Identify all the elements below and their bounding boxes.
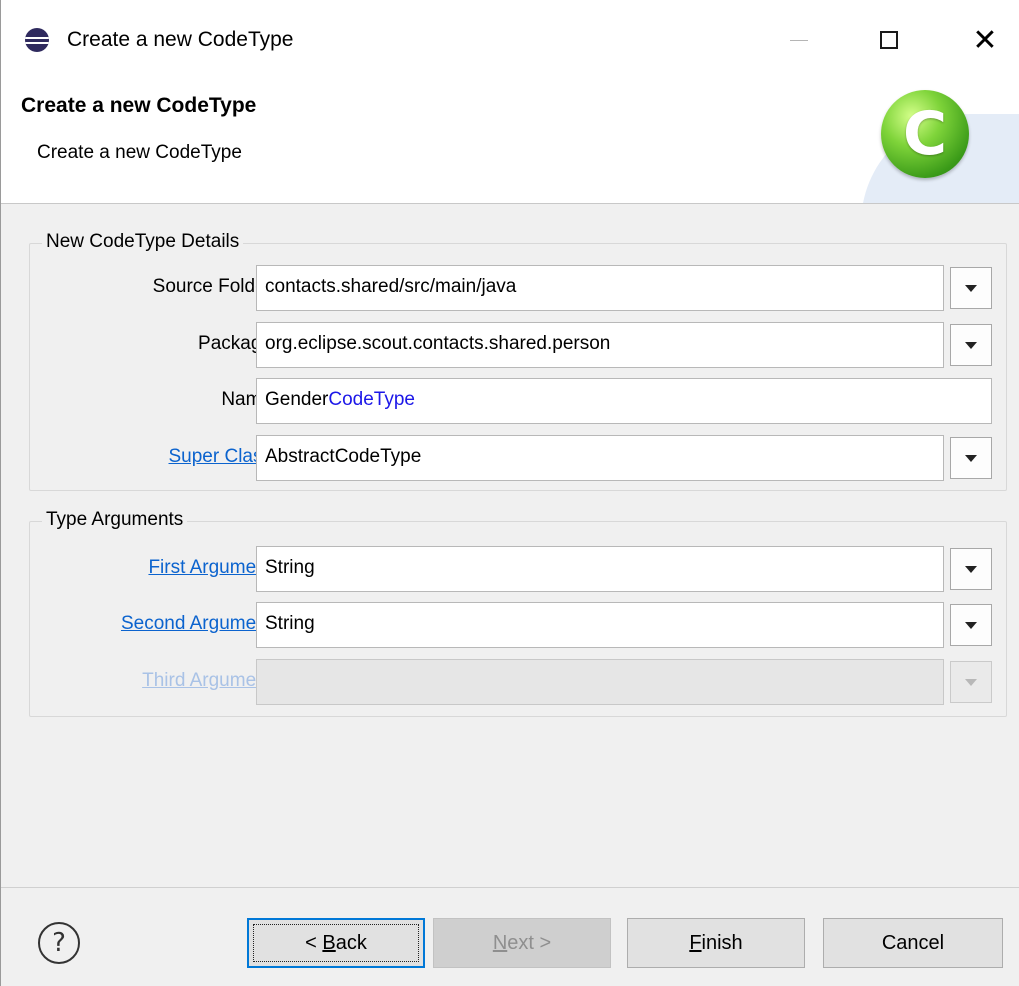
super-class-dropdown-button[interactable] bbox=[950, 437, 992, 479]
next-button: Next > bbox=[433, 918, 611, 968]
group-legend: Type Arguments bbox=[42, 509, 188, 531]
super-class-row: Super Class AbstractCodeType bbox=[30, 435, 1008, 483]
super-class-input[interactable]: AbstractCodeType bbox=[256, 435, 944, 481]
source-folder-row: Source Folder contacts.shared/src/main/j… bbox=[30, 265, 1008, 313]
help-icon[interactable]: ? bbox=[38, 922, 80, 964]
type-arguments-group: Type Arguments First Argument String Sec… bbox=[29, 509, 1008, 717]
group-legend: New CodeType Details bbox=[42, 231, 244, 253]
wizard-header: Create a new CodeType Create a new CodeT… bbox=[1, 80, 1019, 204]
window-title: Create a new CodeType bbox=[67, 28, 294, 51]
first-argument-dropdown-button[interactable] bbox=[950, 548, 992, 590]
wizard-description: Create a new CodeType bbox=[37, 142, 242, 163]
first-argument-link[interactable]: First Argument bbox=[148, 557, 272, 579]
first-argument-input[interactable]: String bbox=[256, 546, 944, 592]
footer-divider bbox=[1, 887, 1019, 888]
name-value-prefix: Gender bbox=[265, 389, 329, 410]
minimize-icon bbox=[790, 39, 808, 41]
name-input[interactable]: GenderCodeType bbox=[256, 378, 992, 424]
name-row: Name GenderCodeType bbox=[30, 378, 1008, 426]
package-input[interactable]: org.eclipse.scout.contacts.shared.person bbox=[256, 322, 944, 368]
source-folder-label: Source Folder bbox=[152, 276, 272, 297]
eclipse-icon bbox=[25, 28, 49, 52]
second-argument-input[interactable]: String bbox=[256, 602, 944, 648]
third-argument-dropdown-button bbox=[950, 661, 992, 703]
close-icon: ✕ bbox=[972, 22, 998, 58]
maximize-button[interactable] bbox=[865, 20, 913, 60]
third-argument-input bbox=[256, 659, 944, 705]
package-row: Package org.eclipse.scout.contacts.share… bbox=[30, 322, 1008, 370]
finish-button[interactable]: Finish bbox=[627, 918, 805, 968]
wizard-title: Create a new CodeType bbox=[21, 94, 257, 117]
third-argument-row: Third Argument bbox=[30, 659, 1008, 707]
first-argument-row: First Argument String bbox=[30, 546, 1008, 594]
minimize-button[interactable] bbox=[775, 20, 823, 60]
name-value-suffix: CodeType bbox=[328, 389, 415, 410]
source-folder-input[interactable]: contacts.shared/src/main/java bbox=[256, 265, 944, 311]
codetype-logo-icon: C bbox=[881, 90, 969, 178]
new-codetype-details-group: New CodeType Details Source Folder conta… bbox=[29, 231, 1008, 491]
second-argument-link[interactable]: Second Argument bbox=[121, 613, 272, 635]
third-argument-link: Third Argument bbox=[142, 670, 272, 691]
second-argument-dropdown-button[interactable] bbox=[950, 604, 992, 646]
wizard-window: Create a new CodeType ✕ Create a new Cod… bbox=[0, 0, 1019, 986]
focus-ring bbox=[253, 924, 419, 962]
second-argument-row: Second Argument String bbox=[30, 602, 1008, 650]
package-dropdown-button[interactable] bbox=[950, 324, 992, 366]
title-bar: Create a new CodeType ✕ bbox=[1, 0, 1019, 80]
back-button[interactable]: < Back bbox=[247, 918, 425, 968]
maximize-icon bbox=[880, 31, 898, 49]
cancel-button[interactable]: Cancel bbox=[823, 918, 1003, 968]
source-folder-dropdown-button[interactable] bbox=[950, 267, 992, 309]
close-button[interactable]: ✕ bbox=[961, 20, 1009, 60]
